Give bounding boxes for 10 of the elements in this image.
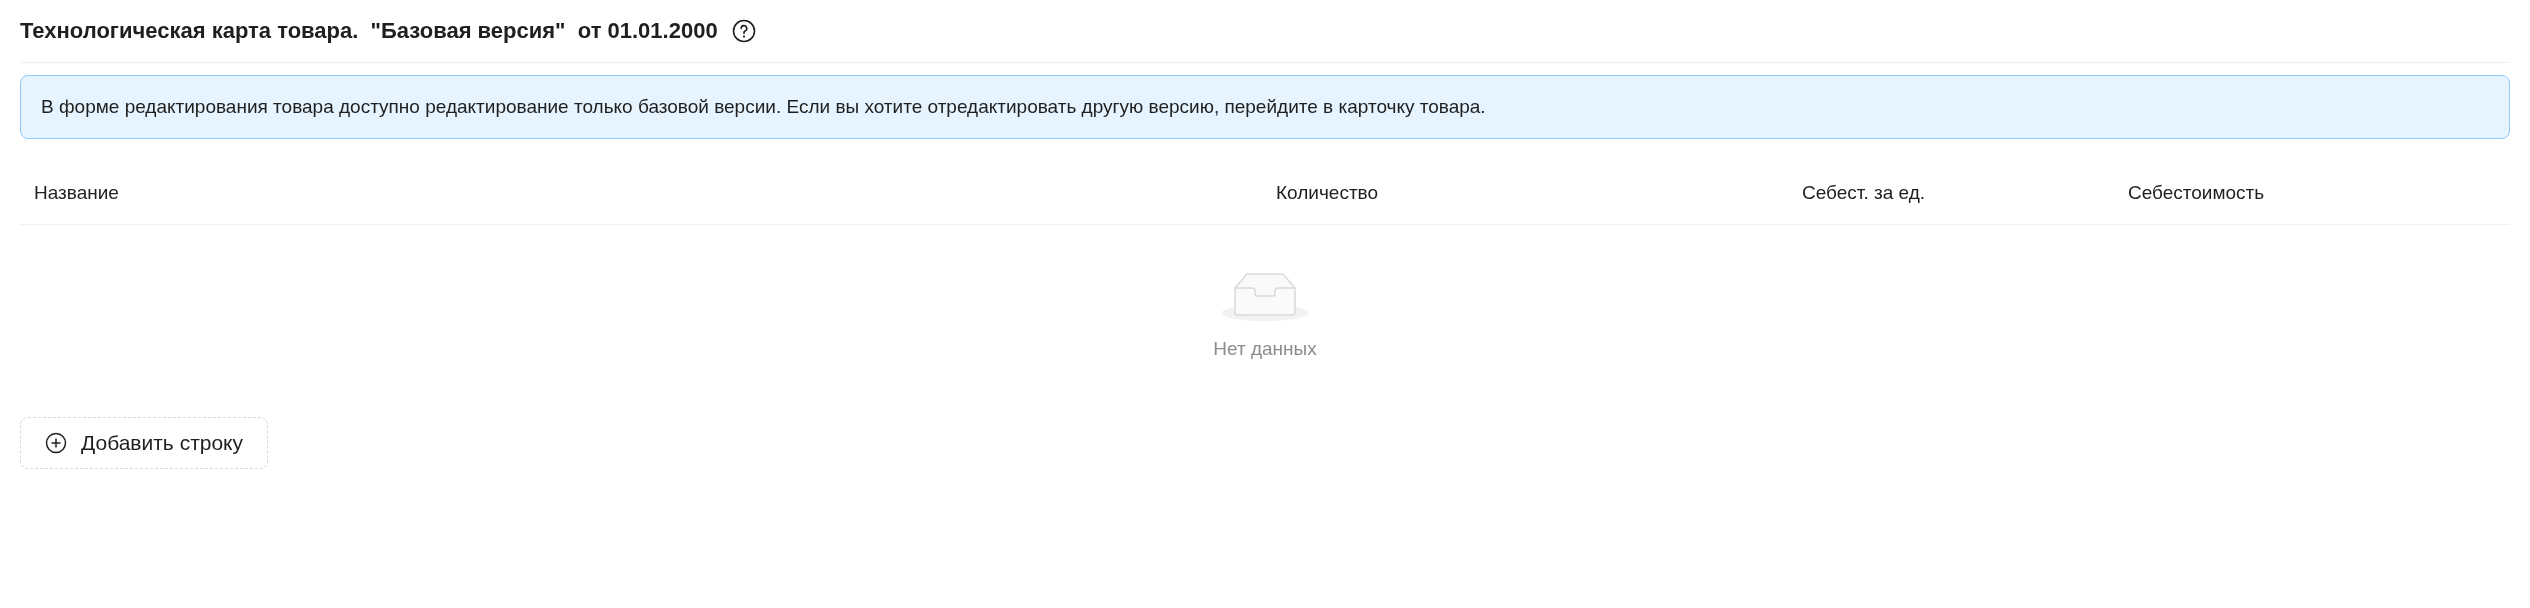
column-header: Название: [33, 182, 120, 204]
empty-state-text: Нет данных: [1213, 338, 1317, 360]
column-header: Себест. за ед.: [1801, 182, 1927, 204]
help-icon[interactable]: [731, 19, 756, 43]
page-title: Технологическая карта товара. "Базовая версия" от 01.01.2000: [20, 18, 718, 44]
column-header: Себестоимость: [2127, 182, 2266, 204]
add-row-button[interactable]: Добавить строку: [20, 417, 269, 469]
plus-circle-icon: [45, 432, 67, 454]
info-banner: В форме редактирования товара доступно редактирование только базовой версии. Если вы хотите отредактировать другую версию, перейдите в карточку товара.: [20, 75, 2510, 139]
column-header: Количество: [1275, 182, 1380, 204]
